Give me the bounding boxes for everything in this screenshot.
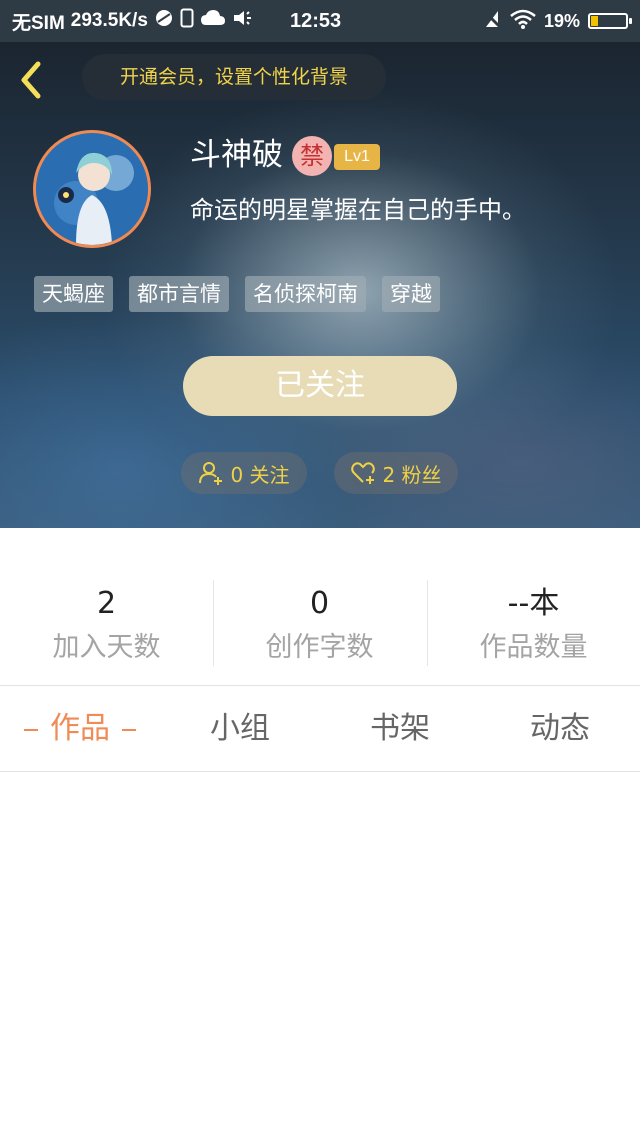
tab-works[interactable]: 作品 — [0, 686, 160, 771]
stat-value: --本 — [507, 586, 560, 621]
avatar[interactable] — [33, 130, 151, 248]
tag[interactable]: 穿越 — [382, 276, 440, 312]
tag[interactable]: 都市言情 — [129, 276, 229, 312]
battery-percent: 19% — [543, 10, 580, 31]
wifi-icon — [510, 9, 536, 34]
level-badge: Lv1 — [334, 144, 380, 170]
battery-icon — [588, 13, 632, 29]
tab-indicator — [122, 728, 136, 731]
vibrate-icon — [232, 9, 254, 33]
tab-indicator — [24, 728, 38, 731]
stat-label: 加入天数 — [52, 632, 161, 663]
network-speed: 293.5K/s — [70, 10, 148, 31]
tab-bookshelf[interactable]: 书架 — [320, 686, 480, 771]
clock: 12:53 — [290, 10, 342, 32]
stat-value: 2 — [96, 586, 117, 621]
back-button[interactable] — [16, 60, 52, 100]
phone-icon — [180, 8, 194, 34]
status-bar: 无SIM 293.5K/s 12:53 19% — [0, 0, 640, 42]
user-name: 斗神破 — [190, 137, 283, 173]
tab-bar: 作品 小组 书架 动态 — [0, 686, 640, 772]
tab-label: 作品 — [50, 711, 110, 746]
tab-content — [0, 772, 640, 1138]
tag[interactable]: 天蝎座 — [34, 276, 113, 312]
tag[interactable]: 名侦探柯南 — [245, 276, 366, 312]
stat-days-joined: 2 加入天数 — [0, 528, 213, 685]
tag-list: 天蝎座 都市言情 名侦探柯南 穿越 — [34, 276, 440, 312]
vip-promo-button[interactable]: 开通会员，设置个性化背景 — [82, 54, 386, 100]
data-saver-icon — [154, 8, 174, 34]
add-user-icon — [199, 462, 223, 485]
no-sim-icon — [482, 9, 502, 34]
user-bio: 命运的明星掌握在自己的手中。 — [190, 196, 526, 224]
stats-row: 2 加入天数 0 创作字数 --本 作品数量 — [0, 528, 640, 686]
carrier-label: 无SIM — [12, 12, 65, 34]
heart-plus-icon — [351, 462, 376, 484]
ban-badge: 禁 — [292, 136, 332, 176]
following-count: 0 关注 — [230, 462, 290, 487]
chevron-left-icon — [21, 61, 41, 99]
fans-count: 2 粉丝 — [382, 462, 442, 487]
stat-words-written: 0 创作字数 — [213, 528, 426, 685]
stat-value: 0 — [309, 586, 330, 621]
follow-button[interactable]: 已关注 — [183, 356, 457, 416]
tab-groups[interactable]: 小组 — [160, 686, 320, 771]
stat-works-count: --本 作品数量 — [427, 528, 640, 685]
fans-button[interactable]: 2 粉丝 — [334, 452, 458, 494]
stat-label: 作品数量 — [479, 632, 588, 663]
cloud-icon — [200, 9, 226, 33]
profile-header: 开通会员，设置个性化背景 斗神破 禁 Lv1 命运的明星掌握在自己的手中。 天蝎… — [0, 42, 640, 528]
stat-label: 创作字数 — [265, 632, 374, 663]
tab-activity[interactable]: 动态 — [480, 686, 640, 771]
following-button[interactable]: 0 关注 — [181, 452, 307, 494]
avatar-image — [36, 133, 148, 245]
